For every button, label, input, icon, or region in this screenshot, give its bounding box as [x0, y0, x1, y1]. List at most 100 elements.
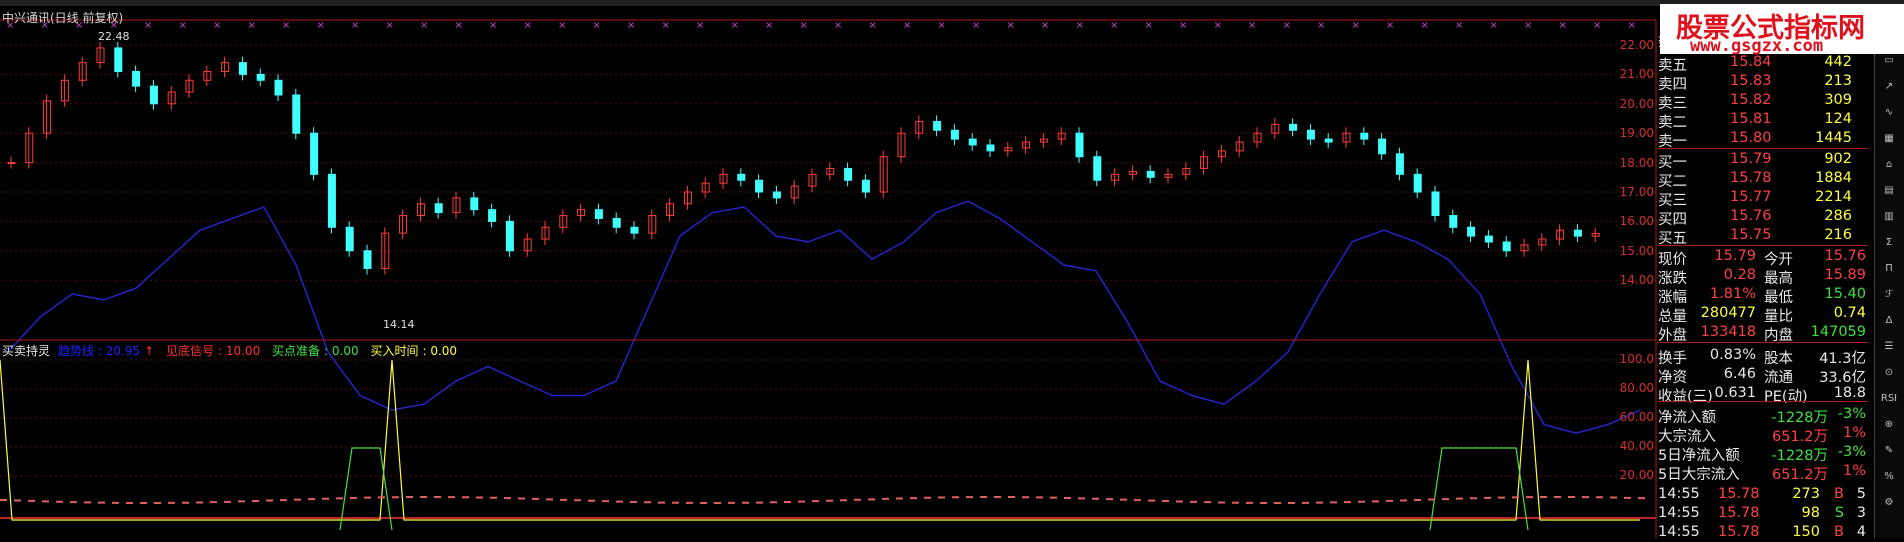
candle-body	[7, 162, 16, 165]
price-tick-label: 16.00	[1619, 214, 1654, 229]
price-tick-label: 17.00	[1619, 185, 1654, 199]
signal-marker: ×	[489, 20, 497, 31]
signal-marker: ×	[731, 20, 739, 31]
candlestick-series	[7, 41, 1600, 275]
toolbar-tool-icon[interactable]: ↗	[1879, 78, 1899, 96]
right-toolbar: ◎▭↗∿▦⌂▤▥ΣΠℱΔ☰⊙RSI⊕✎%⚙	[1874, 20, 1904, 538]
price-tick-label: 14.00	[1619, 273, 1654, 288]
candle-body	[434, 203, 443, 214]
signal-marker: ×	[696, 20, 704, 31]
candle-body	[327, 173, 336, 228]
candle-body	[737, 173, 746, 181]
toolbar-tool-icon[interactable]: ⚙	[1879, 494, 1899, 512]
stat-row: 涨幅 1.81% 最低 15.40	[1658, 286, 1866, 306]
signal-marker: ×	[627, 20, 635, 31]
signal-marker: ×	[765, 20, 773, 31]
legend-trend: 趋势线: 20.95 ↑	[57, 344, 155, 358]
candle-body	[1378, 138, 1387, 155]
signal-marker: ×	[1041, 20, 1049, 31]
toolbar-tool-icon[interactable]: Δ	[1879, 312, 1899, 330]
toolbar-tool-icon[interactable]: %	[1879, 468, 1899, 486]
signal-marker: ×	[593, 20, 601, 31]
signal-marker: ×	[248, 20, 256, 31]
signal-marker: ×	[282, 20, 290, 31]
buy-row: 买三 15.77 2214	[1658, 189, 1852, 209]
signal-marker: ×	[455, 20, 463, 31]
candle-body	[1395, 153, 1404, 175]
signal-marker: ×	[420, 20, 428, 31]
indicator-legend: 买卖持灵 趋势线: 20.95 ↑ 见底信号: 10.00 买点准备: 0.00 …	[2, 342, 465, 359]
signal-marker: ×	[179, 20, 187, 31]
sell-row: 卖二 15.81 124	[1658, 111, 1852, 131]
flow-row: 5日净流入额 -1228万 -3%	[1658, 444, 1866, 464]
candle-body	[844, 167, 853, 181]
candle-body	[612, 217, 621, 228]
dashed-signal	[0, 496, 1645, 504]
signal-marker: ×	[1559, 20, 1567, 31]
flow-row: 净流入额 -1228万 -3%	[1658, 406, 1866, 426]
toolbar-tool-icon[interactable]: Π	[1879, 260, 1899, 278]
signal-marker: ×	[972, 20, 980, 31]
sell-row: 卖五 15.84 442	[1658, 54, 1852, 74]
candle-body	[1467, 226, 1476, 237]
candle-body	[310, 132, 319, 175]
high-price-label: 22.48	[98, 30, 130, 43]
candle-body	[363, 250, 372, 269]
candle-body	[933, 120, 942, 131]
watermark-url: www.gsgzx.com	[1690, 36, 1824, 56]
panel-divider	[1658, 245, 1868, 246]
toolbar-tool-icon[interactable]: ⌂	[1879, 156, 1899, 174]
toolbar-tool-icon[interactable]: ▥	[1879, 208, 1899, 226]
price-tick-label: 22.00	[1619, 38, 1654, 52]
price-tick-label: 20.00	[1619, 96, 1654, 111]
signal-marker: ×	[662, 20, 670, 31]
toolbar-tool-icon[interactable]: ▤	[1879, 182, 1899, 200]
toolbar-tool-icon[interactable]: ∿	[1879, 104, 1899, 122]
buy-row: 买五 15.75 216	[1658, 227, 1852, 247]
candle-body	[1484, 235, 1493, 243]
toolbar-tool-icon[interactable]: ▦	[1879, 130, 1899, 148]
toolbar-tool-icon[interactable]: Σ	[1879, 234, 1899, 252]
candle-body	[1502, 241, 1511, 252]
toolbar-tool-icon[interactable]: RSI	[1879, 390, 1899, 408]
candle-body	[505, 220, 514, 252]
toolbar-tool-icon[interactable]: ⊕	[1879, 416, 1899, 434]
panel-divider	[1658, 401, 1868, 402]
signal-marker: ×	[1248, 20, 1256, 31]
candle-body	[861, 179, 870, 193]
candle-body	[630, 226, 639, 234]
price-tick-label: 18.00	[1619, 155, 1654, 170]
candle-body	[132, 70, 141, 87]
signal-marker: ×	[938, 20, 946, 31]
candle-body	[950, 129, 959, 140]
candle-body	[1431, 191, 1440, 217]
candle-body	[238, 62, 247, 75]
stat-row: 现价 15.79 今开 15.76	[1658, 248, 1866, 268]
signal-marker: ×	[1490, 20, 1498, 31]
signal-marker: ×	[1352, 20, 1360, 31]
buy-row: 买四 15.76 286	[1658, 208, 1852, 228]
candle-body	[114, 47, 123, 72]
flow-row: 5日大宗流入 651.2万 1%	[1658, 463, 1866, 483]
toolbar-tool-icon[interactable]: ℱ	[1879, 286, 1899, 304]
toolbar-tool-icon[interactable]: ✎	[1879, 442, 1899, 460]
candle-body	[1324, 138, 1333, 143]
candle-body	[470, 197, 479, 211]
signal-marker: ×	[1524, 20, 1532, 31]
buy-row: 买二 15.78 1884	[1658, 170, 1852, 190]
low-price-label: 14.14	[383, 318, 415, 331]
stat-row: 总量 280477 量比 0.74	[1658, 305, 1866, 325]
toolbar-tool-icon[interactable]: ☰	[1879, 338, 1899, 356]
indicator-tick-label: 20.00	[1619, 468, 1654, 482]
signal-marker: ×	[1145, 20, 1153, 31]
indicator-tick-label: 100.0	[1619, 352, 1654, 366]
flow-row: 大宗流入 651.2万 1%	[1658, 425, 1866, 445]
signal-marker: ×	[524, 20, 532, 31]
signal-marker: ×	[1110, 20, 1118, 31]
indicator-name: 买卖持灵	[2, 344, 51, 358]
toolbar-tool-icon[interactable]: ⊙	[1879, 364, 1899, 382]
candle-body	[1146, 170, 1155, 178]
toolbar-tool-icon[interactable]: ▭	[1879, 52, 1899, 70]
candle-body	[1289, 123, 1298, 131]
signal-marker: ×	[386, 20, 394, 31]
